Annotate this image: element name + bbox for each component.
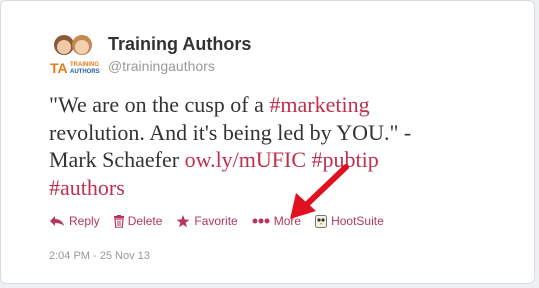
favorite-label: Favorite (194, 214, 238, 228)
svg-text:TA: TA (50, 60, 68, 75)
tweet-text: "We are on the cusp of a #marketing revo… (49, 91, 519, 201)
delete-button[interactable]: Delete (113, 214, 163, 228)
tweet-text-segment: Mark Schaefer (49, 147, 185, 172)
star-icon (176, 214, 190, 227)
delete-label: Delete (127, 214, 163, 228)
hashtag-link[interactable]: #marketing (269, 92, 369, 117)
svg-text:TRAINING: TRAINING (70, 62, 99, 68)
reply-label: Reply (69, 214, 100, 228)
svg-text:AUTHORS: AUTHORS (70, 69, 100, 75)
tweet-text-segment: "We are on the cusp of a (49, 92, 270, 117)
author-handle[interactable]: @trainingauthors (108, 58, 215, 74)
tweet-card: TA TRAINING AUTHORS Training Authors @tr… (0, 0, 535, 284)
hashtag-link[interactable]: #authors (49, 175, 125, 200)
red-arrow-annotation (290, 164, 349, 219)
ellipsis-icon (252, 218, 270, 224)
favorite-button[interactable]: Favorite (176, 214, 238, 228)
author-name[interactable]: Training Authors (108, 34, 251, 55)
tweet-timestamp[interactable]: 2:04 PM - 25 Nov 13 (49, 250, 150, 262)
tweet-text-segment: revolution. And it's being led by YOU." … (49, 119, 412, 145)
trash-icon (113, 214, 124, 228)
reply-button[interactable]: Reply (49, 214, 100, 228)
reply-icon (50, 216, 64, 226)
author-avatar[interactable]: TA TRAINING AUTHORS (48, 31, 100, 75)
